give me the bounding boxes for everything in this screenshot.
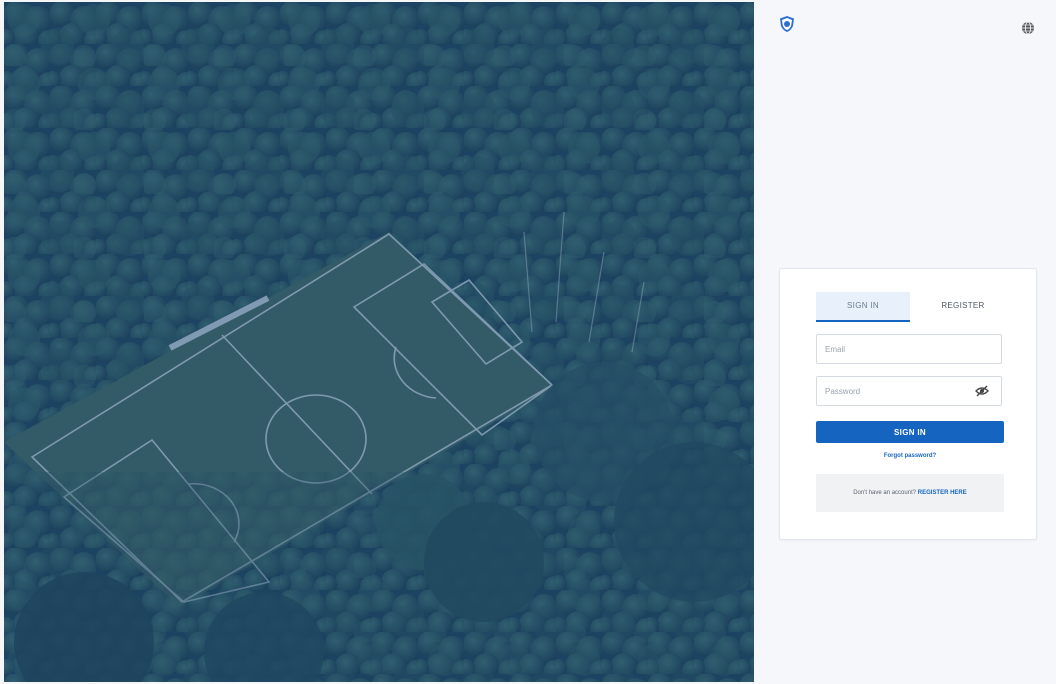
register-prompt-text: Don't have an account?	[853, 490, 917, 496]
shield-logo-icon	[780, 16, 794, 32]
login-card: SIGN IN REGISTER SIGN IN Forgot password…	[779, 268, 1037, 540]
email-field[interactable]	[816, 334, 1002, 364]
aerial-soccer-field-image	[4, 2, 754, 682]
right-panel: SIGN IN REGISTER SIGN IN Forgot password…	[755, 0, 1056, 684]
eye-off-icon[interactable]	[975, 385, 989, 397]
password-field[interactable]	[816, 376, 1002, 406]
globe-icon[interactable]	[1021, 21, 1035, 35]
tab-register[interactable]: REGISTER	[916, 292, 1010, 320]
tab-sign-in[interactable]: SIGN IN	[816, 292, 910, 322]
register-prompt-box: Don't have an account? REGISTER HERE	[816, 474, 1004, 512]
auth-tabs: SIGN IN REGISTER	[816, 292, 1004, 322]
register-here-link[interactable]: REGISTER HERE	[918, 490, 967, 496]
sign-in-button[interactable]: SIGN IN	[816, 421, 1004, 443]
email-input[interactable]	[817, 335, 983, 363]
forgot-password-link[interactable]: Forgot password?	[816, 453, 1004, 459]
hero-image	[4, 2, 754, 682]
password-input[interactable]	[817, 377, 983, 405]
